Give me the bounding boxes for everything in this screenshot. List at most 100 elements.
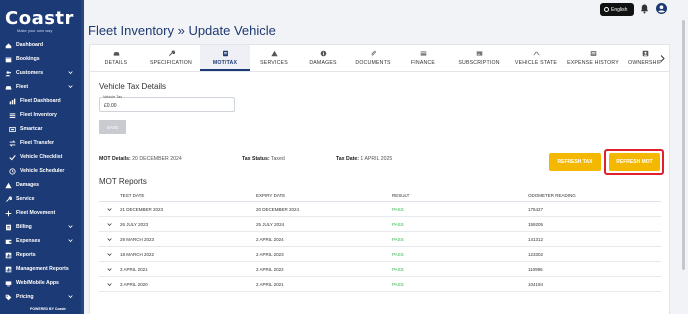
- tax-status-value: Taxed: [270, 156, 285, 162]
- table-row[interactable]: 21 DECEMBER 2023 20 DECEMBER 2024 PASS 1754…: [99, 202, 661, 217]
- tab-vehicle-state[interactable]: VEHICLE STATE: [510, 45, 562, 71]
- vehicle-tax-title: Vehicle Tax Details: [99, 82, 166, 91]
- tab-expense-history[interactable]: EXPENSE HISTORY: [562, 45, 624, 71]
- sidebar-item-management-reports[interactable]: Management Reports: [0, 262, 84, 276]
- sidebar-item-fleet-movement[interactable]: Fleet Movement: [0, 206, 84, 220]
- refresh-mot-button[interactable]: REFRESH MOT: [609, 153, 660, 171]
- tab-subscription[interactable]: SUBSCRIPTION: [448, 45, 510, 71]
- sidebar-item-smartcar[interactable]: Smartcar: [0, 122, 84, 136]
- cell-test-date: 3 APRIL 2021: [120, 267, 148, 272]
- refresh-tax-button[interactable]: REFRESH TAX: [549, 153, 601, 171]
- sidebar: Coastr Make your own way Dashboard Bookin…: [0, 0, 84, 314]
- warning-icon: [270, 50, 278, 57]
- tab-documents[interactable]: DOCUMENTS: [348, 45, 398, 71]
- tab-services[interactable]: SERVICES: [250, 45, 298, 71]
- sidebar-item-customers[interactable]: Customers: [0, 66, 84, 80]
- cell-test-date: 18 MARCH 2022: [120, 252, 155, 257]
- vehicle-tax-label: Vehicle Tax: [103, 95, 123, 99]
- expand-chevron-icon[interactable]: [107, 237, 112, 242]
- sidebar-scrollbar[interactable]: [81, 0, 84, 314]
- column-odometer[interactable]: ODOMETER READING: [528, 193, 576, 198]
- tab-details[interactable]: DETAILS: [90, 45, 142, 71]
- table-row[interactable]: 29 MARCH 2023 2 APRIL 2024 PASS 141312: [99, 232, 661, 247]
- tab-label: MOT/TAX: [212, 60, 238, 66]
- sidebar-item-fleet-inventory[interactable]: Fleet Inventory: [0, 108, 84, 122]
- state-icon: [533, 51, 539, 56]
- table-row[interactable]: 26 JULY 2023 25 JULY 2024 PASS 159205: [99, 217, 661, 232]
- sidebar-item-vehicle-checklist[interactable]: Vehicle Checklist: [0, 150, 84, 164]
- expand-chevron-icon[interactable]: [107, 222, 112, 227]
- tab-label: VEHICLE STATE: [514, 60, 558, 66]
- cell-test-date: 26 JULY 2023: [120, 222, 149, 227]
- user-avatar-icon[interactable]: [656, 3, 667, 14]
- sidebar-item-vehicle-scheduler[interactable]: Vehicle Scheduler: [0, 164, 84, 178]
- column-test-date[interactable]: TEST DATE: [120, 193, 144, 198]
- brand-logo[interactable]: Coastr Make your own way: [5, 8, 79, 33]
- home-icon: [5, 42, 12, 49]
- sidebar-item-label: Reports: [16, 252, 36, 258]
- save-button[interactable]: SAVE: [99, 120, 126, 134]
- sidebar-item-dashboard[interactable]: Dashboard: [0, 38, 84, 52]
- smartcar-icon: [9, 126, 16, 133]
- sidebar-item-reports[interactable]: Reports: [0, 248, 84, 262]
- cell-odometer: 123302: [528, 252, 544, 257]
- tab-label: DOCUMENTS: [355, 60, 391, 66]
- powered-by: POWERED BY Coastr: [30, 307, 66, 311]
- sidebar-item-damages[interactable]: Damages: [0, 178, 84, 192]
- tag-icon: [5, 294, 12, 301]
- sidebar-item-label: Service: [16, 196, 35, 202]
- expand-chevron-icon[interactable]: [107, 207, 112, 212]
- clock-icon: [9, 167, 16, 175]
- tab-damages[interactable]: DAMAGES: [298, 45, 348, 71]
- table-header: TEST DATE EXPIRY DATE RESULT ODOMETER RE…: [99, 189, 661, 202]
- sidebar-item-fleet[interactable]: Fleet: [0, 80, 84, 94]
- expand-chevron-icon[interactable]: [107, 267, 112, 272]
- tab-label: FINANCE: [410, 60, 436, 66]
- sidebar-item-label: Vehicle Checklist: [20, 154, 63, 160]
- tab-label: EXPENSE HISTORY: [567, 60, 619, 66]
- tax-date-label: Tax Date:: [336, 156, 359, 162]
- cell-test-date: 21 DECEMBER 2023: [120, 207, 164, 212]
- sidebar-item-fleet-transfer[interactable]: Fleet Transfer: [0, 136, 84, 150]
- page-scrollbar[interactable]: [681, 18, 686, 314]
- chevron-right-icon[interactable]: [660, 55, 665, 62]
- expand-chevron-icon[interactable]: [107, 252, 112, 257]
- table-row[interactable]: 3 APRIL 2020 2 APRIL 2021 PASS 104194: [99, 277, 661, 292]
- wrench-icon: [168, 50, 175, 56]
- tab-mot-tax[interactable]: MOT/TAX: [200, 45, 250, 71]
- sidebar-item-pricing[interactable]: Pricing: [0, 290, 84, 304]
- sidebar-item-label: Smartcar: [20, 126, 43, 132]
- expand-chevron-icon[interactable]: [107, 282, 112, 287]
- vehicle-tax-input[interactable]: £0.00: [99, 97, 235, 112]
- sidebar-item-label: Dashboard: [16, 42, 44, 48]
- cell-result: PASS: [392, 267, 404, 272]
- cell-odometer: 110995: [528, 267, 543, 272]
- sidebar-item-label: Fleet Inventory: [20, 112, 57, 118]
- sidebar-nav: Dashboard Bookings Customers Fleet Fleet Das…: [0, 38, 84, 304]
- chevron-down-icon: [68, 225, 73, 229]
- table-body: 21 DECEMBER 2023 20 DECEMBER 2024 PASS 1754…: [99, 202, 661, 292]
- document-icon: [222, 50, 228, 57]
- sidebar-item-service[interactable]: Service: [0, 192, 84, 206]
- sidebar-item-fleet-dashboard[interactable]: Fleet Dashboard: [0, 94, 84, 108]
- sidebar-item-bookings[interactable]: Bookings: [0, 52, 84, 66]
- page-scrollbar-thumb[interactable]: [682, 20, 685, 270]
- sidebar-item-web-mobile-apps[interactable]: Web/Mobile Apps: [0, 276, 84, 290]
- language-button[interactable]: English: [600, 3, 634, 16]
- column-expiry-date[interactable]: EXPIRY DATE: [256, 193, 285, 198]
- cell-odometer: 175427: [528, 207, 544, 212]
- column-result[interactable]: RESULT: [392, 193, 409, 198]
- list-icon: [9, 112, 16, 119]
- cell-expiry-date: 20 DECEMBER 2024: [256, 207, 300, 212]
- history-icon: [590, 51, 596, 56]
- tab-finance[interactable]: FINANCE: [398, 45, 448, 71]
- table-row[interactable]: 3 APRIL 2021 2 APRIL 2022 PASS 110995: [99, 262, 661, 277]
- finance-icon: [420, 51, 426, 56]
- check-icon: [9, 154, 16, 161]
- table-row[interactable]: 18 MARCH 2022 2 APRIL 2023 PASS 123302: [99, 247, 661, 262]
- sidebar-item-expenses[interactable]: Expenses: [0, 234, 84, 248]
- sidebar-item-billing[interactable]: Billing: [0, 220, 84, 234]
- bell-icon[interactable]: [640, 4, 649, 14]
- sidebar-item-label: Web/Mobile Apps: [16, 280, 59, 286]
- tab-specification[interactable]: SPECIFICATION: [142, 45, 200, 71]
